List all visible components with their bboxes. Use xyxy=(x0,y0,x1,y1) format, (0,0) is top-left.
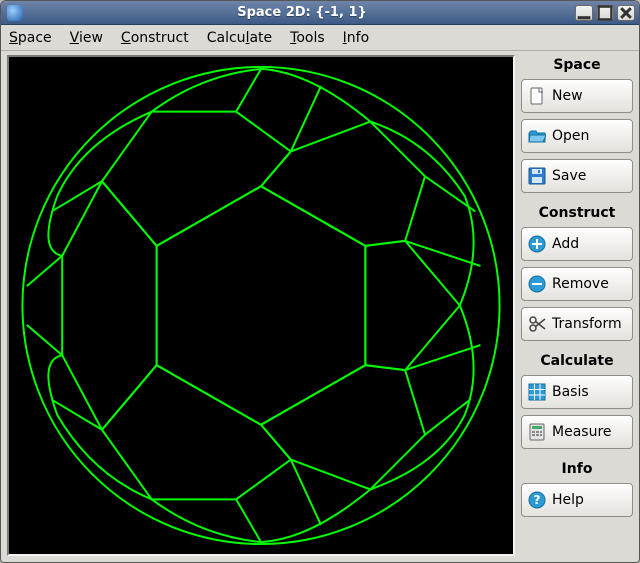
group-title: Calculate xyxy=(521,353,633,369)
soccer-wireframe xyxy=(9,57,513,554)
open-button[interactable]: Open xyxy=(521,119,633,153)
measure-button[interactable]: Measure xyxy=(521,415,633,449)
calculator-icon xyxy=(528,423,546,441)
transform-button[interactable]: Transform xyxy=(521,307,633,341)
group-title: Construct xyxy=(521,205,633,221)
grid-icon xyxy=(528,383,546,401)
help-button[interactable]: Help xyxy=(521,483,633,517)
folder-open-icon xyxy=(528,127,546,145)
scissors-icon xyxy=(528,315,546,333)
remove-button[interactable]: Remove xyxy=(521,267,633,301)
window-controls xyxy=(575,5,635,21)
menu-construct[interactable]: Construct xyxy=(121,30,189,46)
button-label: Remove xyxy=(552,276,609,292)
close-button[interactable] xyxy=(617,5,635,21)
menu-info[interactable]: Info xyxy=(343,30,370,46)
basis-button[interactable]: Basis xyxy=(521,375,633,409)
viewport[interactable] xyxy=(7,55,515,556)
app-window: Space 2D: {-1, 1} Space View Construct C… xyxy=(0,0,640,563)
button-label: Basis xyxy=(552,384,589,400)
right-panel: Space New Open Save Construct Add Remove Transf… xyxy=(517,51,639,562)
help-icon xyxy=(528,491,546,509)
menu-space[interactable]: Space xyxy=(9,30,52,46)
save-button[interactable]: Save xyxy=(521,159,633,193)
button-label: Save xyxy=(552,168,586,184)
button-label: New xyxy=(552,88,583,104)
menu-calculate[interactable]: Calculate xyxy=(207,30,272,46)
maximize-button[interactable] xyxy=(596,5,614,21)
titlebar: Space 2D: {-1, 1} xyxy=(1,1,639,25)
group-title: Space xyxy=(521,57,633,73)
button-label: Open xyxy=(552,128,589,144)
body: Space New Open Save Construct Add Remove Transf… xyxy=(1,51,639,562)
button-label: Measure xyxy=(552,424,612,440)
file-new-icon xyxy=(528,87,546,105)
button-label: Add xyxy=(552,236,579,252)
disk-save-icon xyxy=(528,167,546,185)
minimize-button[interactable] xyxy=(575,5,593,21)
menu-tools[interactable]: Tools xyxy=(290,30,325,46)
button-label: Help xyxy=(552,492,584,508)
menubar: Space View Construct Calculate Tools Inf… xyxy=(1,25,639,51)
plus-circle-icon xyxy=(528,235,546,253)
new-button[interactable]: New xyxy=(521,79,633,113)
window-title: Space 2D: {-1, 1} xyxy=(29,5,575,20)
button-label: Transform xyxy=(552,316,622,332)
add-button[interactable]: Add xyxy=(521,227,633,261)
menu-view[interactable]: View xyxy=(70,30,103,46)
app-icon xyxy=(7,5,23,21)
group-title: Info xyxy=(521,461,633,477)
minus-circle-icon xyxy=(528,275,546,293)
